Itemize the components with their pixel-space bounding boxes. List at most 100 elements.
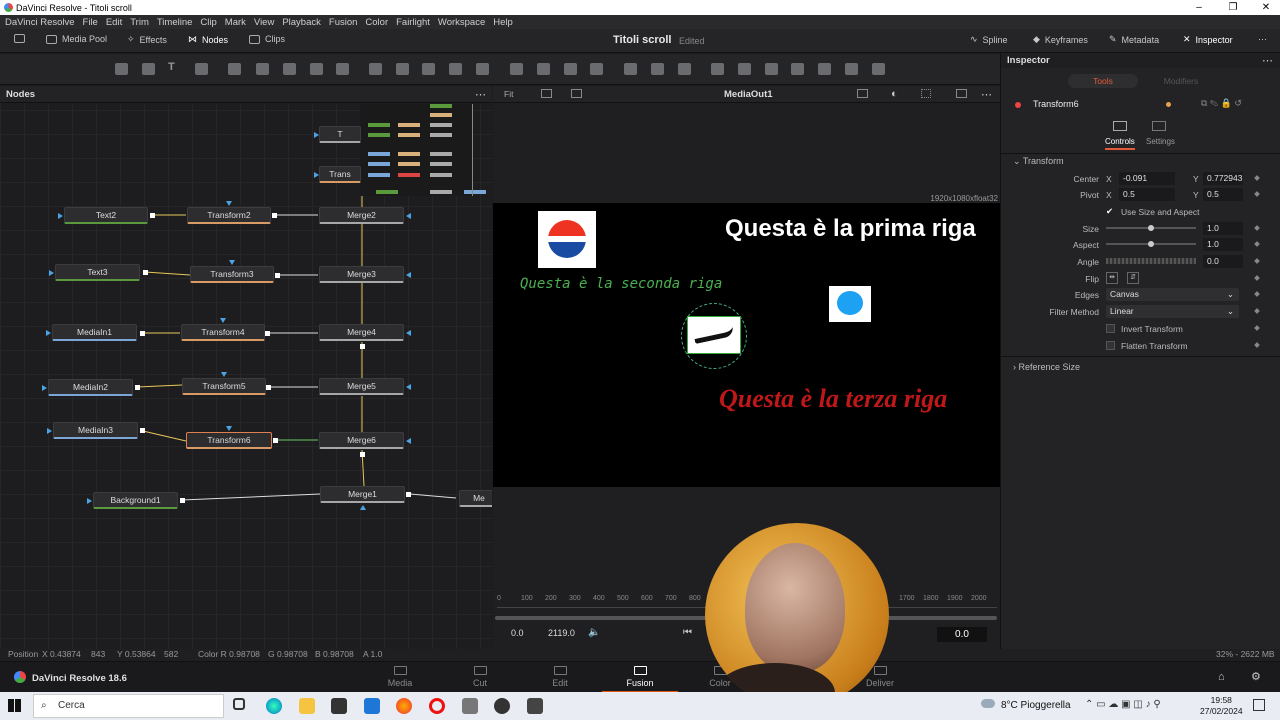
polygon-mask-icon[interactable]	[564, 63, 577, 75]
minimize-icon[interactable]: –	[1185, 0, 1213, 15]
keyframe-icon[interactable]	[1254, 308, 1260, 314]
home-icon[interactable]: ⌂	[1218, 671, 1225, 683]
lut-icon[interactable]: ◐	[891, 88, 898, 100]
opera-icon[interactable]	[429, 698, 445, 714]
angle-dial[interactable]	[1106, 258, 1196, 264]
menu-view[interactable]: View	[254, 17, 274, 28]
windows-start-icon[interactable]	[8, 699, 21, 712]
node-transform5[interactable]: Transform5	[182, 378, 266, 395]
page-cut[interactable]: Cut	[450, 666, 510, 688]
aspect-slider[interactable]	[1106, 241, 1196, 247]
reference-size-section[interactable]: › Reference Size	[1013, 362, 1080, 372]
keyframe-icon[interactable]	[1254, 275, 1260, 281]
3d-merge-icon[interactable]	[711, 63, 724, 75]
node-partial-top[interactable]: T	[319, 126, 361, 143]
current-time[interactable]: 0.0	[937, 627, 987, 642]
rectangle-mask-icon[interactable]	[510, 63, 523, 75]
app-icon[interactable]	[462, 698, 478, 714]
firefox-icon[interactable]	[396, 698, 412, 714]
tools-tab[interactable]: Tools	[1068, 74, 1138, 88]
nike-logo[interactable]	[687, 316, 741, 354]
node-mediain3[interactable]: MediaIn3	[53, 422, 138, 439]
mail-icon[interactable]	[364, 698, 380, 714]
ellipse-mask-icon[interactable]	[537, 63, 550, 75]
version-dot-icon[interactable]	[1166, 102, 1171, 107]
modifiers-tab[interactable]: Modifiers	[1146, 74, 1216, 88]
size-field[interactable]: 1.0	[1203, 222, 1243, 235]
flip-horizontal-icon[interactable]: ⇹	[1106, 272, 1118, 284]
keyframes-button[interactable]: ◆ Keyframes	[1033, 34, 1088, 45]
menu-davinci-resolve[interactable]: DaVinci Resolve	[5, 17, 75, 28]
paint-tool-icon[interactable]	[195, 63, 208, 75]
render-start-time[interactable]: 0.0	[511, 628, 524, 638]
menu-workspace[interactable]: Workspace	[438, 17, 485, 28]
nodes-panel[interactable]: Nodes ⋯ T Trans Text2 Text3 MediaIn1 Med…	[0, 86, 492, 649]
menu-help[interactable]: Help	[493, 17, 513, 28]
media-pool-button[interactable]: Media Pool	[46, 34, 107, 44]
glow-tool-icon[interactable]	[310, 63, 323, 75]
maximize-icon[interactable]: ❐	[1219, 0, 1247, 15]
camera-3d-icon[interactable]	[791, 63, 804, 75]
keyframe-icon[interactable]	[1254, 325, 1260, 331]
flip-vertical-icon[interactable]: ⇵	[1127, 272, 1139, 284]
node-transform4[interactable]: Transform4	[181, 324, 265, 341]
node-transform2[interactable]: Transform2	[187, 207, 271, 224]
keyframe-icon[interactable]	[1254, 191, 1260, 197]
settings-icon[interactable]	[1152, 121, 1166, 131]
blur-tool-icon[interactable]	[256, 63, 269, 75]
3d-text-icon[interactable]	[765, 63, 778, 75]
transform-section-header[interactable]: ⌄ Transform	[1013, 156, 1064, 167]
invert-checkbox[interactable]	[1106, 324, 1115, 333]
node-mediain1[interactable]: MediaIn1	[52, 324, 137, 341]
menu-fairlight[interactable]: Fairlight	[396, 17, 430, 28]
channel-icon[interactable]	[571, 89, 582, 98]
keyframe-icon[interactable]	[1254, 342, 1260, 348]
more-options-icon[interactable]: ⋯	[1258, 34, 1267, 45]
guides-icon[interactable]	[857, 89, 868, 98]
planar-tracker-icon[interactable]	[651, 63, 664, 75]
node-navigator[interactable]	[360, 104, 486, 196]
menu-file[interactable]: File	[83, 17, 98, 28]
node-merge2[interactable]: Merge2	[319, 207, 404, 224]
panel-toggle-icon[interactable]	[14, 34, 25, 43]
node-background1[interactable]: Background1	[93, 492, 178, 509]
angle-field[interactable]: 0.0	[1203, 255, 1243, 268]
node-text2[interactable]: Text2	[64, 207, 148, 224]
notifications-icon[interactable]	[1253, 699, 1265, 711]
close-icon[interactable]: ✕	[1252, 0, 1280, 15]
flatten-checkbox[interactable]	[1106, 341, 1115, 350]
viewer-canvas[interactable]: Questa è la prima riga Questa è la secon…	[493, 203, 1000, 487]
page-fusion[interactable]: Fusion	[602, 666, 678, 693]
spline-button[interactable]: ∿ Spline	[970, 34, 1008, 45]
gear-icon[interactable]: ⚙	[1251, 670, 1261, 683]
background-tool-icon[interactable]	[115, 63, 128, 75]
system-tray-icons[interactable]: ⌃ ▭ ☁ ▣ ◫ ♪ ⚲	[1085, 699, 1161, 710]
bspline-mask-icon[interactable]	[590, 63, 603, 75]
node-text3[interactable]: Text3	[55, 264, 140, 281]
taskbar-search[interactable]: ⌕ Cerca	[33, 694, 224, 718]
node-transform6[interactable]: Transform6	[186, 432, 272, 449]
node-mediain2[interactable]: MediaIn2	[48, 379, 133, 396]
page-edit[interactable]: Edit	[530, 666, 590, 688]
viewer-options-icon[interactable]: ⋯	[981, 88, 992, 101]
menu-fusion[interactable]: Fusion	[329, 17, 358, 28]
particle-emitter-icon[interactable]	[872, 63, 885, 75]
image-tool-icon[interactable]	[142, 63, 155, 75]
keyframe-icon[interactable]	[1254, 258, 1260, 264]
taskbar-clock[interactable]: 19:58 27/02/2024	[1200, 695, 1243, 717]
tracker-icon[interactable]	[624, 63, 637, 75]
text-tool-icon[interactable]: T	[168, 61, 181, 73]
channel-booleans-icon[interactable]	[396, 63, 409, 75]
store-icon[interactable]	[331, 698, 347, 714]
grid-icon[interactable]	[921, 89, 931, 98]
keyframe-icon[interactable]	[1254, 241, 1260, 247]
pivot-x-field[interactable]: 0.5	[1119, 188, 1175, 201]
speaker-icon[interactable]: 🔈	[588, 627, 600, 638]
node-mediaout-partial[interactable]: Me	[459, 490, 492, 507]
obs-icon[interactable]	[494, 698, 510, 714]
node-merge4[interactable]: Merge4	[319, 324, 404, 341]
saver-icon[interactable]	[476, 63, 489, 75]
center-y-field[interactable]: 0.772943	[1203, 172, 1243, 185]
menu-clip[interactable]: Clip	[200, 17, 216, 28]
effects-button[interactable]: ✧ Effects	[127, 34, 167, 45]
